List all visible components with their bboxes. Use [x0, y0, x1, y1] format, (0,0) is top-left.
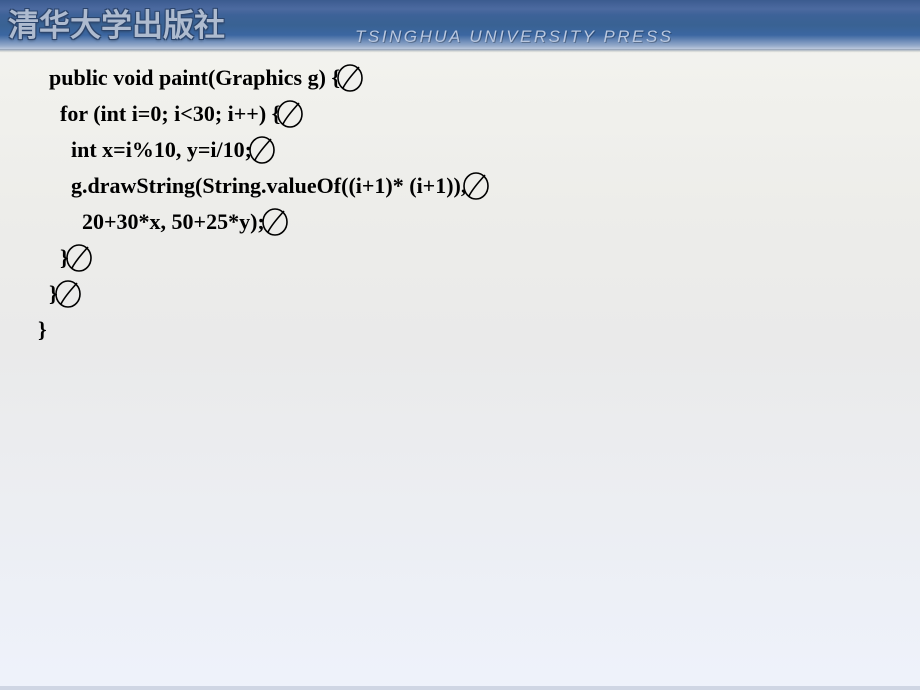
strike-circle-icon: [56, 280, 84, 308]
code-text: int x=i%10, y=i/10;: [38, 132, 252, 168]
code-line: g.drawString(String.valueOf((i+1)* (i+1)…: [38, 168, 492, 204]
code-line: }: [38, 240, 492, 276]
code-line: for (int i=0; i<30; i++) {: [38, 96, 492, 132]
code-line: 20+30*x, 50+25*y);: [38, 204, 492, 240]
code-text: }: [38, 312, 47, 348]
code-line: }: [38, 276, 492, 312]
publisher-logo-en: TSINGHUA UNIVERSITY PRESS: [355, 27, 674, 47]
slide: 清华大学出版社 TSINGHUA UNIVERSITY PRESS public…: [0, 0, 920, 690]
code-text: g.drawString(String.valueOf((i+1)* (i+1)…: [38, 168, 466, 204]
code-line: }: [38, 312, 492, 348]
code-text: for (int i=0; i<30; i++) {: [38, 96, 280, 132]
strike-circle-icon: [278, 100, 306, 128]
strike-circle-icon: [67, 244, 95, 272]
code-text: public void paint(Graphics g) {: [38, 60, 340, 96]
code-text: 20+30*x, 50+25*y);: [38, 204, 265, 240]
strike-circle-icon: [250, 136, 278, 164]
strike-circle-icon: [263, 208, 291, 236]
strike-circle-icon: [464, 172, 492, 200]
code-block: public void paint(Graphics g) { for (int…: [38, 60, 492, 348]
publisher-logo-cn: 清华大学出版社: [8, 0, 225, 45]
header-bar: 清华大学出版社 TSINGHUA UNIVERSITY PRESS: [0, 0, 920, 50]
code-line: int x=i%10, y=i/10;: [38, 132, 492, 168]
strike-circle-icon: [338, 64, 366, 92]
code-line: public void paint(Graphics g) {: [38, 60, 492, 96]
